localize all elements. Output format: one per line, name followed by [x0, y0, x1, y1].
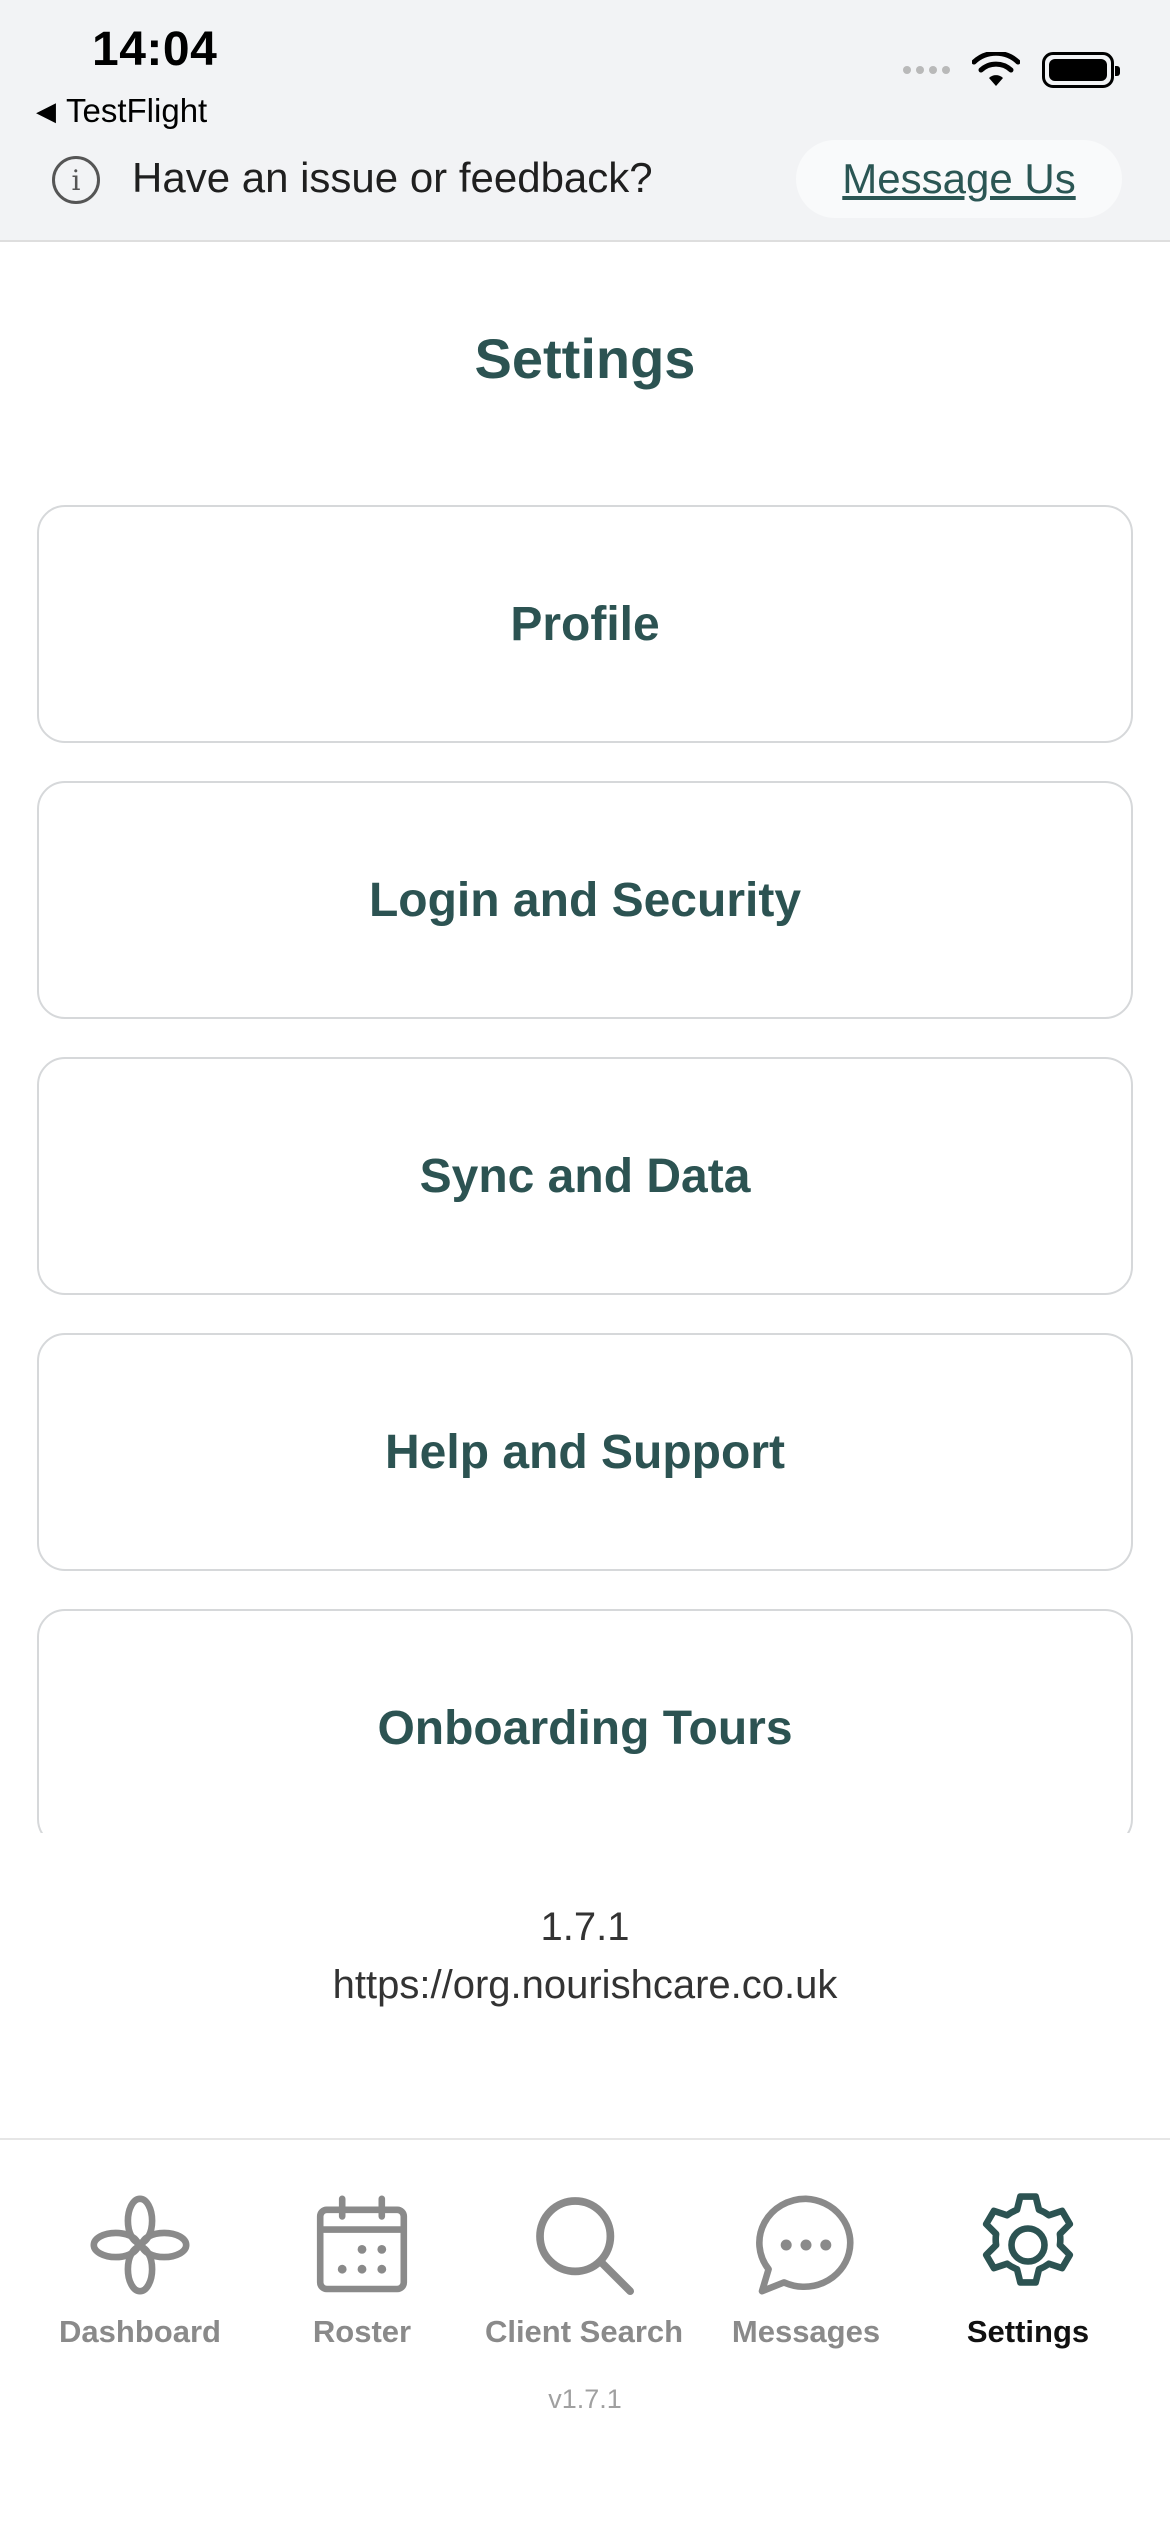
info-icon: i [52, 156, 100, 204]
chat-icon [756, 2195, 854, 2295]
settings-list[interactable]: Profile Login and Security Sync and Data… [0, 505, 1170, 1833]
back-arrow-icon: ◀ [36, 95, 56, 126]
tab-label: Dashboard [59, 2314, 221, 2349]
settings-item-onboarding-tours[interactable]: Onboarding Tours [37, 1609, 1133, 1833]
message-us-button[interactable]: Message Us [796, 140, 1122, 218]
status-time: 14:04 [92, 23, 218, 76]
settings-item-login-security[interactable]: Login and Security [37, 781, 1133, 1019]
cellular-signal-icon [903, 66, 950, 74]
feedback-text: Have an issue or feedback? [132, 154, 653, 201]
back-to-app-link[interactable]: ◀ TestFlight [36, 92, 207, 130]
tab-label: Roster [312, 2314, 412, 2349]
tab-roster[interactable]: Roster [252, 2190, 472, 2350]
tab-label: Settings [966, 2314, 1090, 2349]
top-banner-area: 14:04 ◀ TestFlight i Have an issue or fe… [0, 0, 1170, 242]
search-icon [536, 2197, 635, 2296]
tab-client-search[interactable]: Client Search [474, 2190, 694, 2350]
page-title: Settings [474, 327, 696, 390]
tab-label: Messages [731, 2314, 881, 2349]
flower-icon [90, 2195, 190, 2295]
app-version: 1.7.1 [540, 1905, 630, 1949]
tab-settings[interactable]: Settings [918, 2190, 1138, 2350]
system-indicators [903, 52, 1120, 88]
tab-bar: Dashboard Roster Client Search Messages … [0, 2138, 1170, 2532]
tab-dashboard[interactable]: Dashboard [30, 2190, 250, 2350]
settings-item-help-support[interactable]: Help and Support [37, 1333, 1133, 1571]
calendar-icon [316, 2195, 408, 2293]
feedback-banner: i Have an issue or feedback? Message Us [0, 140, 1170, 220]
gear-icon [982, 2193, 1074, 2286]
server-url: https://org.nourishcare.co.uk [332, 1963, 838, 2007]
tab-messages[interactable]: Messages [696, 2190, 916, 2350]
settings-item-profile[interactable]: Profile [37, 505, 1133, 743]
wifi-icon [972, 52, 1020, 86]
settings-item-sync-data[interactable]: Sync and Data [37, 1057, 1133, 1295]
tab-bar-version: v1.7.1 [548, 2384, 622, 2414]
tab-label: Client Search [484, 2314, 684, 2349]
app-info: 1.7.1 https://org.nourishcare.co.uk [0, 1898, 1170, 2014]
back-app-label: TestFlight [66, 92, 208, 129]
battery-icon [1042, 52, 1120, 88]
